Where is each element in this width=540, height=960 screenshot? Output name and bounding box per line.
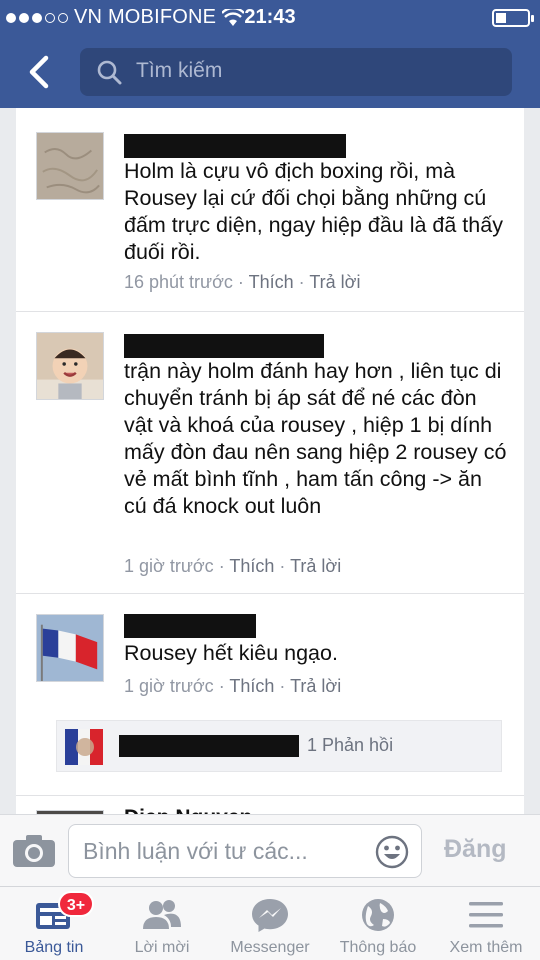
comment-text: Rousey hết kiêu ngạo. bbox=[124, 641, 338, 665]
messenger-icon bbox=[252, 899, 288, 932]
redacted-name bbox=[124, 614, 256, 638]
tab-label: Messenger bbox=[230, 939, 310, 956]
avatar[interactable] bbox=[36, 132, 104, 200]
replies-count: 1 Phản hồi bbox=[307, 735, 394, 755]
status-bar: VN MOBIFONE 21:43 bbox=[0, 0, 540, 36]
like-button[interactable]: Thích bbox=[249, 272, 294, 292]
tab-label: Lời mời bbox=[134, 939, 190, 956]
view-replies-button[interactable]: 1 Phản hồi bbox=[56, 720, 502, 772]
comment-item: Holm là cựu vô địch boxing rồi, mà Rouse… bbox=[16, 108, 524, 312]
comment-item: trận này holm đánh hay hơn , liên tục di… bbox=[16, 312, 524, 594]
emoji-icon[interactable] bbox=[375, 835, 409, 869]
reply-button[interactable]: Trả lời bbox=[290, 556, 341, 576]
friends-icon bbox=[143, 900, 181, 929]
like-button[interactable]: Thích bbox=[229, 676, 274, 696]
tab-more[interactable]: Xem thêm bbox=[432, 887, 540, 960]
tab-news-feed[interactable]: 3+ Bảng tin bbox=[0, 887, 108, 960]
search-input[interactable]: Tìm kiếm bbox=[80, 48, 512, 96]
comment-item: Diep Nguyen bbox=[16, 796, 524, 814]
avatar[interactable] bbox=[36, 614, 104, 682]
post-button[interactable]: Đăng bbox=[444, 835, 507, 864]
reply-button[interactable]: Trả lời bbox=[309, 272, 360, 292]
tab-friend-requests[interactable]: Lời mời bbox=[108, 887, 216, 960]
comment-placeholder: Bình luận với tư các... bbox=[83, 838, 308, 864]
like-button[interactable]: Thích bbox=[229, 556, 274, 576]
comment-time: 1 giờ trước bbox=[124, 556, 214, 576]
search-placeholder: Tìm kiếm bbox=[136, 59, 223, 82]
redacted-name bbox=[124, 334, 324, 358]
comment-composer: Bình luận với tư các... Đăng bbox=[0, 814, 540, 886]
comment-text: trận này holm đánh hay hơn , liên tục di… bbox=[124, 359, 507, 518]
redacted-name bbox=[119, 735, 299, 757]
comment-list: Holm là cựu vô địch boxing rồi, mà Rouse… bbox=[16, 108, 524, 814]
comment-input[interactable]: Bình luận với tư các... bbox=[68, 824, 422, 878]
comment-item: Rousey hết kiêu ngạo. 1 giờ trước · Thíc… bbox=[16, 594, 524, 796]
comment-meta: 16 phút trước · Thích · Trả lời bbox=[124, 272, 361, 292]
comment-meta: 1 giờ trước · Thích · Trả lời bbox=[124, 556, 342, 576]
comment-text: Holm là cựu vô địch boxing rồi, mà Rouse… bbox=[124, 159, 503, 264]
avatar[interactable] bbox=[36, 332, 104, 400]
comment-time: 16 phút trước bbox=[124, 272, 233, 292]
redacted-name bbox=[124, 134, 346, 158]
tab-label: Bảng tin bbox=[24, 939, 84, 956]
comment-time: 1 giờ trước bbox=[124, 676, 214, 696]
comment-meta: 1 giờ trước · Thích · Trả lời bbox=[124, 676, 342, 696]
reply-avatar bbox=[65, 729, 103, 765]
tab-label: Xem thêm bbox=[449, 939, 523, 956]
tab-notifications[interactable]: Thông báo bbox=[324, 887, 432, 960]
clock: 21:43 bbox=[244, 6, 296, 28]
tab-messenger[interactable]: Messenger bbox=[216, 887, 324, 960]
search-icon bbox=[97, 60, 122, 85]
camera-icon[interactable] bbox=[12, 833, 56, 869]
commenter-name[interactable]: Diep Nguyen bbox=[124, 806, 252, 814]
back-chevron-icon[interactable] bbox=[22, 52, 62, 92]
tab-label: Thông báo bbox=[339, 939, 417, 956]
globe-icon bbox=[362, 899, 394, 931]
notification-badge: 3+ bbox=[58, 891, 94, 917]
nav-bar: Tìm kiếm bbox=[0, 36, 540, 108]
reply-button[interactable]: Trả lời bbox=[290, 676, 341, 696]
tab-bar: 3+ Bảng tin Lời mời Messenger Thông báo bbox=[0, 886, 540, 960]
battery-icon bbox=[492, 9, 534, 27]
menu-icon bbox=[469, 902, 503, 928]
